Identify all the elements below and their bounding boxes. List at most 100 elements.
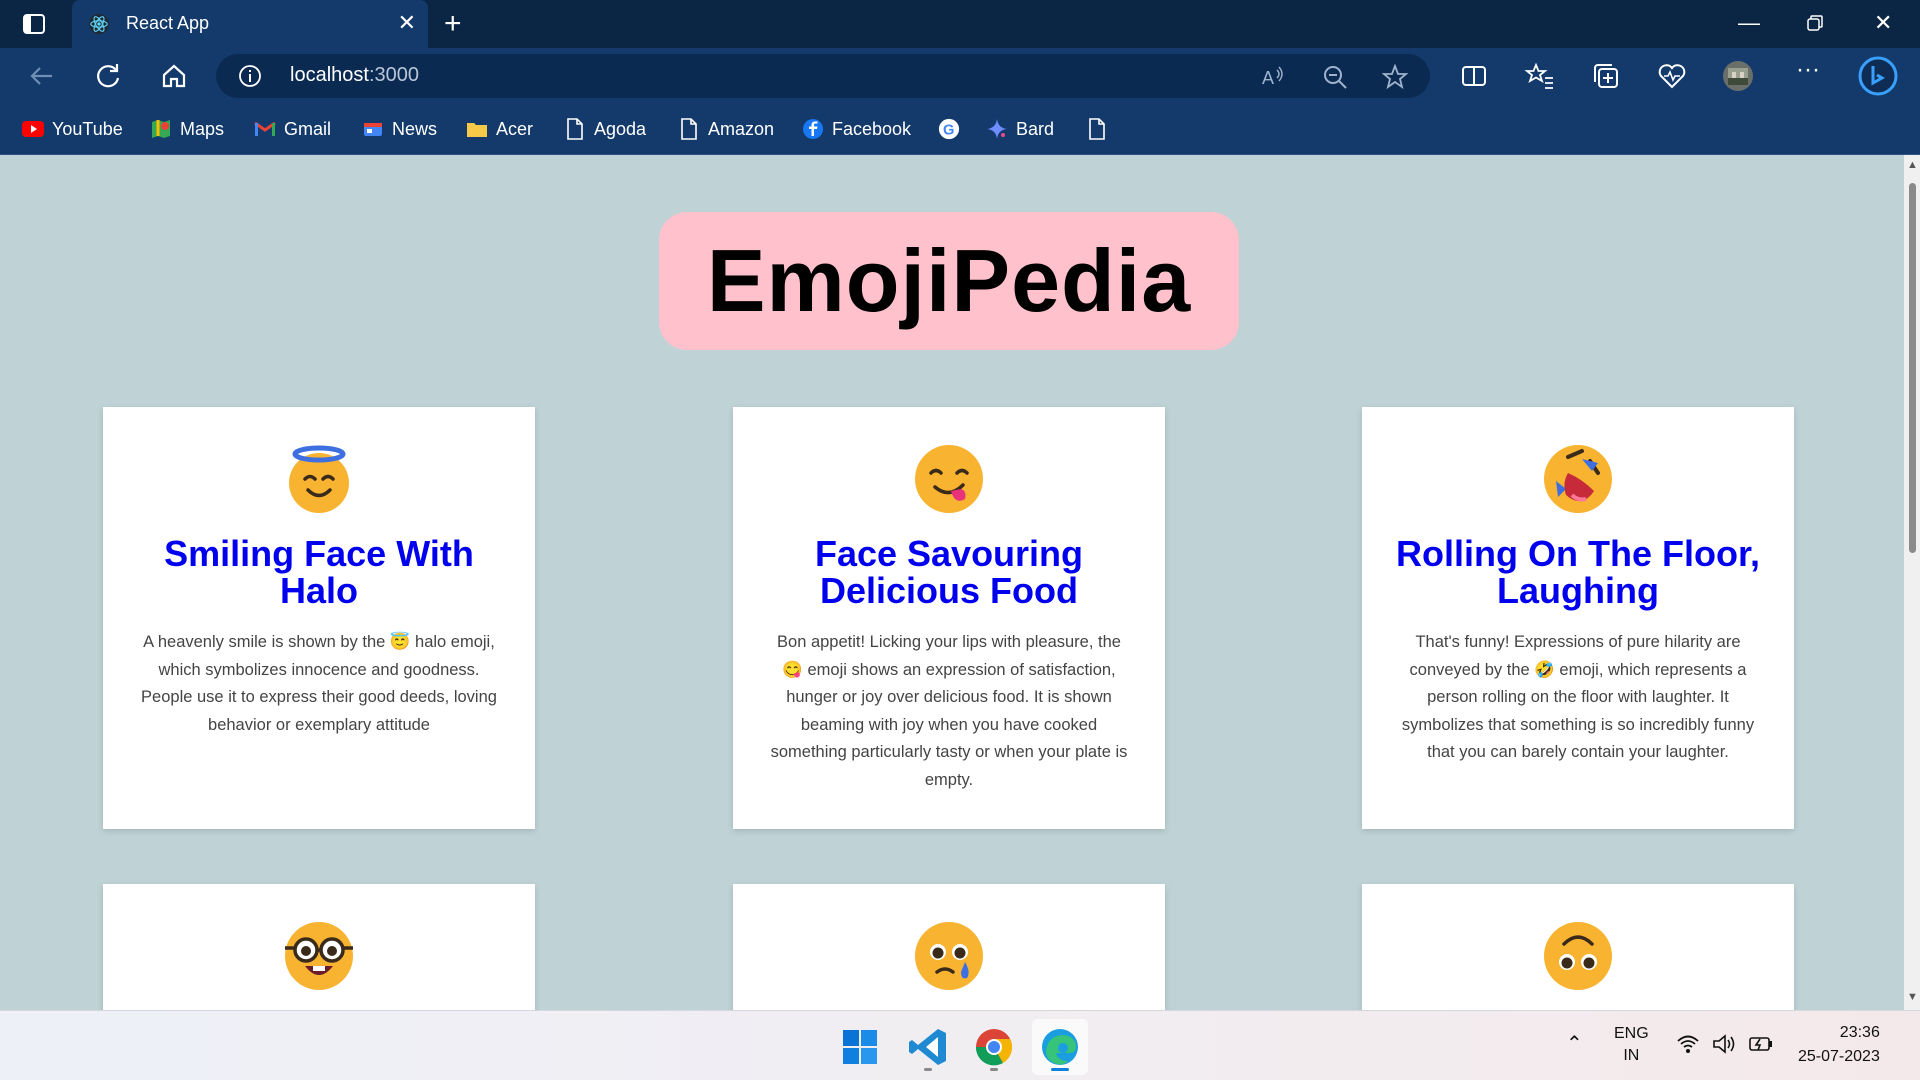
bookmarks-bar: YouTube Maps Gmail News Acer Agoda Amazo… <box>0 104 1920 155</box>
back-icon[interactable] <box>26 60 58 92</box>
start-button[interactable] <box>832 1019 888 1075</box>
svg-text:G: G <box>943 123 954 139</box>
more-options-icon[interactable]: ··· <box>1796 56 1828 88</box>
show-hidden-icons-icon[interactable]: ⌃ <box>1566 1031 1583 1056</box>
home-icon[interactable] <box>158 60 190 92</box>
page-icon <box>1086 118 1108 140</box>
bookmark-label: Amazon <box>708 118 775 139</box>
site-info-icon[interactable] <box>238 64 262 88</box>
bookmark-news[interactable]: News <box>362 116 437 142</box>
bookmark-label: YouTube <box>52 118 123 139</box>
taskbar-vscode[interactable] <box>900 1019 956 1075</box>
battery-charging-icon[interactable] <box>1748 1033 1774 1055</box>
facebook-icon <box>802 118 824 140</box>
close-tab-icon[interactable]: ✕ <box>398 12 416 34</box>
gmail-icon <box>254 118 276 140</box>
bard-sparkle-icon <box>986 118 1008 140</box>
emoji-card: Smiling Face With Halo A heavenly smile … <box>103 407 535 829</box>
vscode-icon <box>909 1029 946 1065</box>
address-bar[interactable]: localhost:3000 A <box>216 54 1430 98</box>
emoji-card: Rolling On The Floor, Laughing That's fu… <box>1362 407 1794 829</box>
taskbar-chrome[interactable] <box>966 1019 1022 1075</box>
restore-icon[interactable] <box>1806 14 1824 32</box>
bookmark-untitled[interactable] <box>1086 116 1108 142</box>
profile-avatar-icon[interactable] <box>1722 60 1754 92</box>
favorite-star-icon[interactable] <box>1382 64 1408 90</box>
card-description: A heavenly smile is shown by the 😇 halo … <box>141 633 497 734</box>
tab-actions-icon[interactable] <box>22 12 46 36</box>
taskbar-edge[interactable] <box>1032 1019 1088 1075</box>
zoom-out-icon[interactable] <box>1322 64 1348 90</box>
close-window-icon[interactable]: ✕ <box>1874 10 1892 36</box>
clock-time: 23:36 <box>1839 1024 1880 1041</box>
emoji-card <box>1362 884 1794 1010</box>
bookmark-label: Gmail <box>284 118 332 139</box>
bookmark-label: Agoda <box>594 118 647 139</box>
svg-text:A: A <box>1262 68 1274 88</box>
google-icon: G <box>938 118 960 140</box>
emoji-card <box>733 884 1165 1010</box>
bookmark-maps[interactable]: Maps <box>150 116 224 142</box>
split-screen-icon[interactable] <box>1458 60 1490 92</box>
running-indicator <box>990 1068 998 1071</box>
nerd-icon <box>285 922 353 990</box>
page-viewport: EmojiPedia Smiling Face With Halo A heav… <box>0 155 1904 1010</box>
bookmark-youtube[interactable]: YouTube <box>22 116 123 142</box>
read-aloud-icon[interactable]: A <box>1260 64 1286 90</box>
emoji-card: Face Savouring Delicious Food Bon appeti… <box>733 407 1165 829</box>
card-description: Bon appetit! Licking your lips with plea… <box>770 633 1128 789</box>
windows-taskbar: ⌃ ENG IN 23:36 25-07-2023 <box>0 1010 1920 1080</box>
chrome-icon <box>975 1029 1013 1066</box>
card-title: Rolling On The Floor, Laughing <box>1396 533 1760 611</box>
favorites-icon[interactable] <box>1524 60 1556 92</box>
upside-down-face-icon <box>1544 922 1612 990</box>
minimize-icon[interactable]: — <box>1738 10 1760 36</box>
bookmark-facebook[interactable]: Facebook <box>802 116 911 142</box>
youtube-icon <box>22 118 44 140</box>
react-logo-icon <box>88 13 110 35</box>
wifi-icon[interactable] <box>1676 1033 1700 1055</box>
bookmark-label: Maps <box>180 118 225 139</box>
address-bar-row: localhost:3000 A ··· <box>0 48 1920 104</box>
yum-icon <box>915 445 983 513</box>
active-indicator <box>1051 1068 1069 1071</box>
browser-tab[interactable]: React App ✕ <box>72 0 428 48</box>
edge-icon <box>1042 1029 1078 1065</box>
url-text[interactable]: localhost:3000 <box>290 64 419 87</box>
rofl-icon <box>1544 445 1612 513</box>
browser-essentials-icon[interactable] <box>1656 60 1688 92</box>
page-icon <box>564 118 586 140</box>
collections-icon[interactable] <box>1590 60 1622 92</box>
heading-banner: EmojiPedia <box>659 212 1239 350</box>
title-bar: React App ✕ + — ✕ <box>0 0 1920 48</box>
card-description: That's funny! Expressions of pure hilari… <box>1401 633 1755 761</box>
windows-logo-icon <box>843 1030 877 1064</box>
bookmark-agoda[interactable]: Agoda <box>564 116 646 142</box>
maps-icon <box>150 118 172 140</box>
clock-date: 25-07-2023 <box>1798 1048 1880 1065</box>
scroll-up-icon[interactable]: ▲ <box>1907 159 1918 171</box>
volume-icon[interactable] <box>1712 1033 1738 1055</box>
vertical-scrollbar[interactable]: ▲ ▼ <box>1904 155 1920 1010</box>
bookmark-bard[interactable]: Bard <box>986 116 1054 142</box>
clock[interactable]: 23:36 25-07-2023 <box>1798 1021 1880 1069</box>
bookmark-gmail[interactable]: Gmail <box>254 116 331 142</box>
language-code: ENG <box>1614 1025 1649 1042</box>
folder-icon <box>466 118 488 140</box>
bookmark-amazon[interactable]: Amazon <box>678 116 774 142</box>
input-language[interactable]: ENG IN <box>1614 1023 1649 1067</box>
emoji-card <box>103 884 535 1010</box>
innocent-icon <box>289 445 349 513</box>
bookmark-acer[interactable]: Acer <box>466 116 533 142</box>
card-title: Smiling Face With Halo <box>164 533 474 611</box>
copilot-icon[interactable] <box>1858 56 1898 96</box>
holding-back-tears-icon <box>915 922 983 990</box>
refresh-icon[interactable] <box>92 60 124 92</box>
bookmark-google[interactable]: G <box>938 116 960 142</box>
bookmark-label: Bard <box>1016 118 1055 139</box>
page-icon <box>678 118 700 140</box>
new-tab-icon[interactable]: + <box>444 9 462 39</box>
scrollbar-thumb[interactable] <box>1909 183 1916 553</box>
news-icon <box>362 118 384 140</box>
scroll-down-icon[interactable]: ▼ <box>1907 991 1918 1003</box>
